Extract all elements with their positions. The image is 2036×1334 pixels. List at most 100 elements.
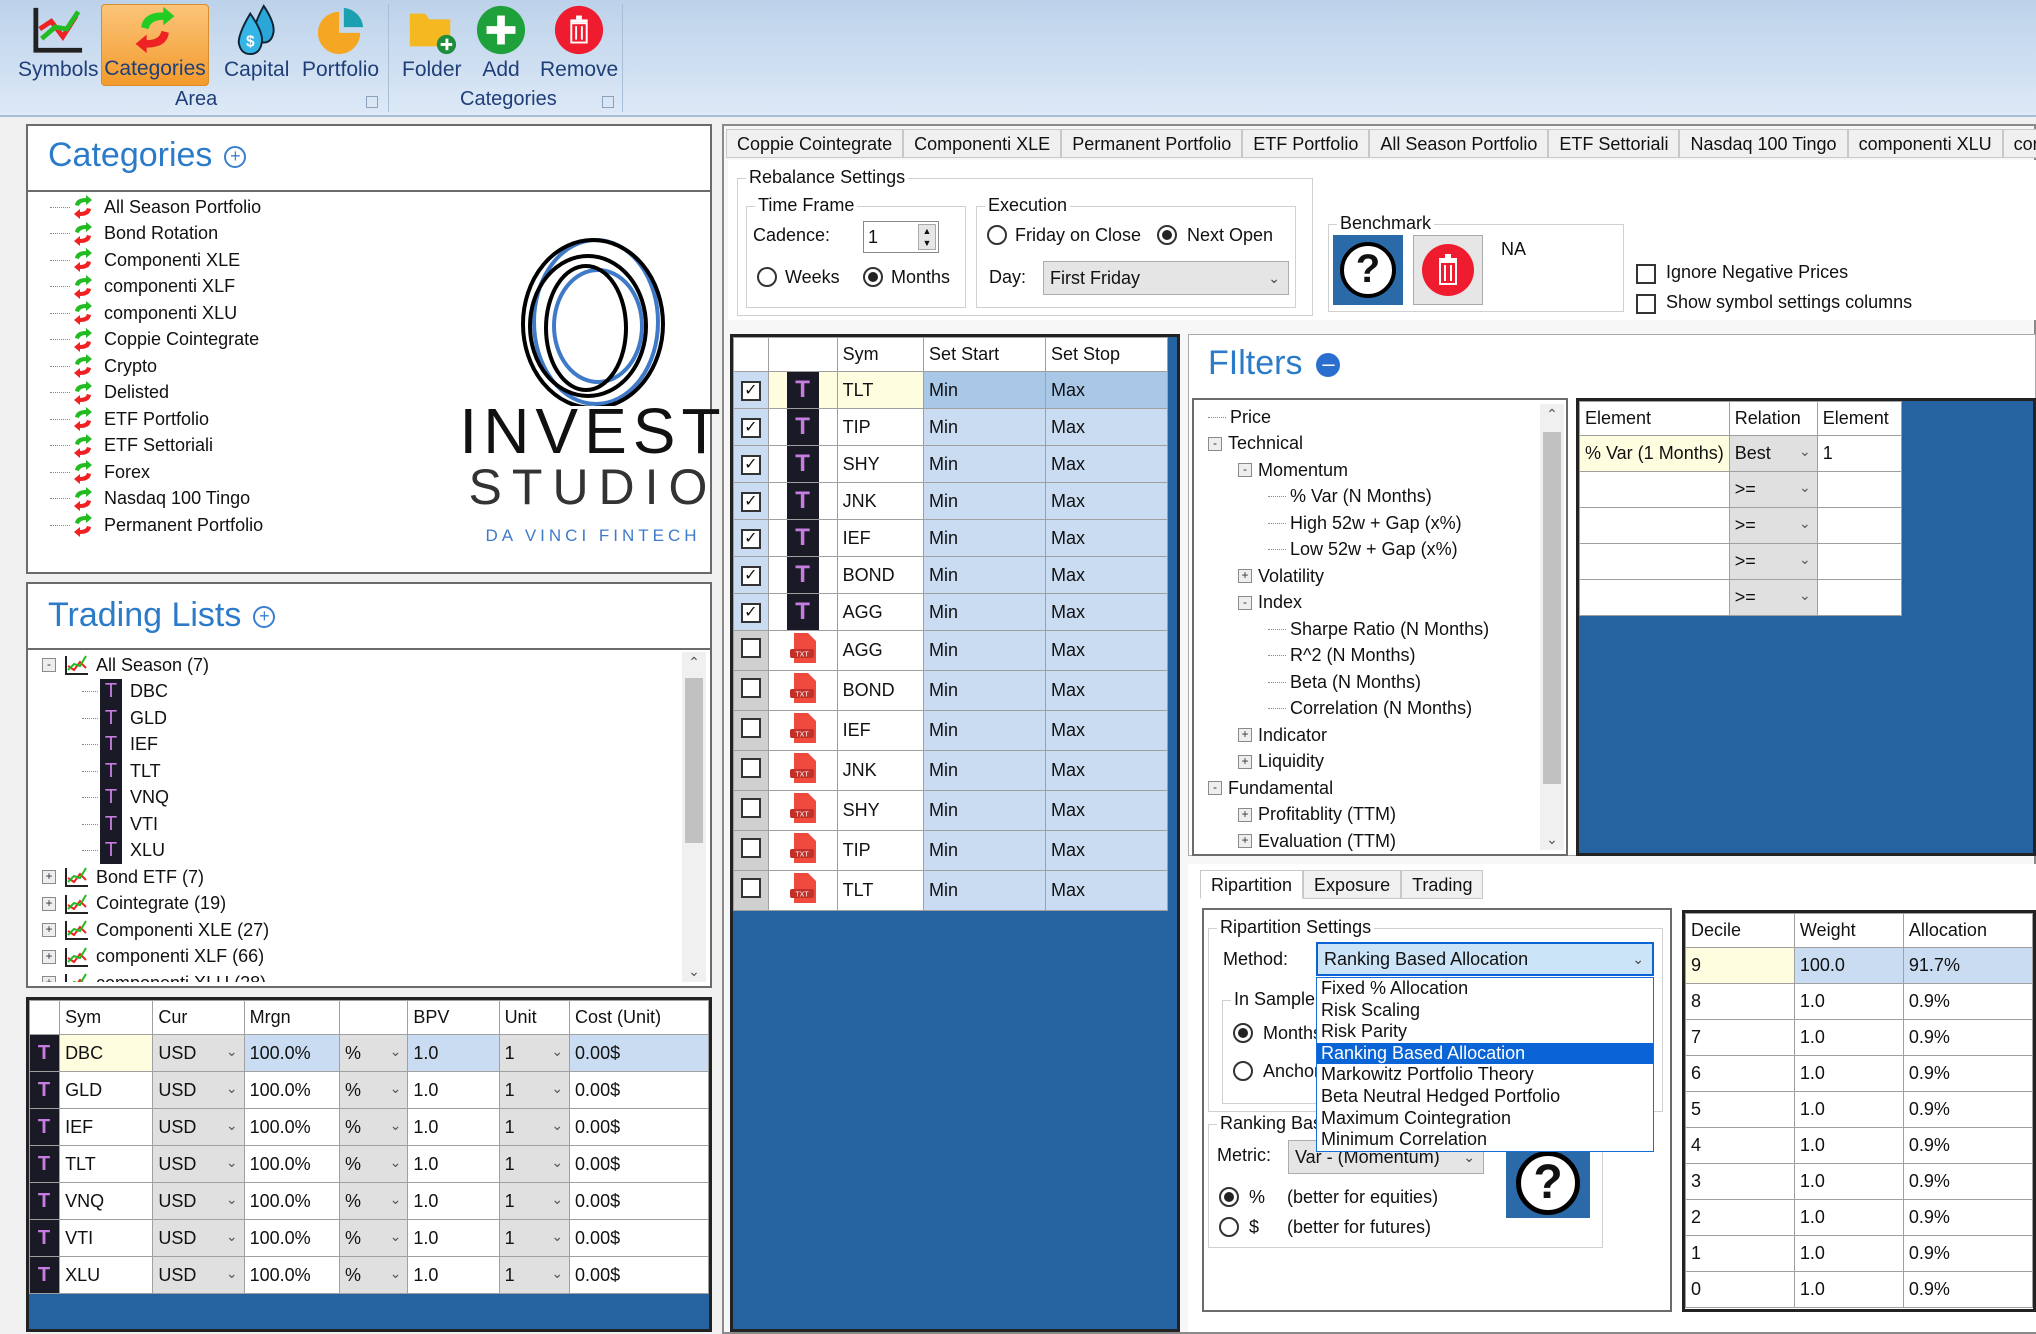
margin-mode-select[interactable]: % ⌄ (338, 1256, 409, 1294)
include-checkbox[interactable]: ✓ (740, 492, 761, 512)
filter-tree-node[interactable]: - Fundamental (1208, 775, 1489, 802)
table-row[interactable]: 5 1.0 0.9% (1685, 1091, 2034, 1128)
benchmark-help-button[interactable]: ? (1333, 235, 1403, 305)
weight-cell[interactable]: 1.0 (1793, 983, 1904, 1020)
category-item[interactable]: Coppie Cointegrate (50, 327, 263, 354)
row-checkbox-cell[interactable] (733, 630, 769, 671)
column-header[interactable] (338, 1000, 409, 1035)
capital-button[interactable]: $ Capital (220, 4, 293, 86)
expand-icon[interactable]: + (1238, 728, 1252, 743)
category-item[interactable]: Crypto (50, 353, 263, 380)
row-checkbox-cell[interactable] (733, 790, 769, 831)
method-option[interactable]: Risk Scaling (1317, 1000, 1653, 1022)
document-tab[interactable]: ETF Settoriali (1548, 129, 1680, 158)
margin-cell[interactable]: 100.0% (243, 1182, 340, 1220)
cost-cell[interactable]: 0.00$ (569, 1108, 709, 1146)
ripartition-tab[interactable]: Trading (1401, 870, 1484, 899)
expand-icon[interactable]: + (42, 949, 56, 964)
expand-icon[interactable]: + (42, 923, 56, 938)
benchmark-remove-button[interactable] (1413, 235, 1483, 305)
method-dropdown-list[interactable]: Fixed % Allocation Risk Scaling Risk Parit… (1316, 977, 1654, 1152)
ripartition-tab[interactable]: Ripartition (1200, 870, 1304, 899)
column-header[interactable]: Sym (59, 1000, 154, 1035)
relation-select[interactable]: >= ⌄ (1728, 471, 1818, 508)
collapse-icon[interactable]: - (42, 658, 56, 673)
table-row[interactable]: 7 1.0 0.9% (1685, 1019, 2034, 1056)
unit-select[interactable]: 1 ⌄ (498, 1182, 571, 1220)
expand-icon[interactable]: + (1238, 754, 1252, 769)
category-item[interactable]: All Season Portfolio (50, 194, 263, 221)
table-row[interactable]: ✓ T TIP Min Max (733, 408, 1168, 446)
document-tab[interactable]: All Season Portfolio (1369, 129, 1549, 158)
scroll-thumb[interactable] (1543, 432, 1561, 784)
table-row[interactable]: TXT JNK Min Max (733, 750, 1168, 791)
filters-scrollbar[interactable]: ⌃ ⌄ (1540, 404, 1564, 850)
filter-tree-node[interactable]: Correlation (N Months) (1208, 696, 1489, 723)
bpv-cell[interactable]: 1.0 (407, 1108, 500, 1146)
add-category-icon[interactable]: + (224, 146, 247, 169)
element-cell[interactable] (1579, 507, 1730, 544)
set-start-cell[interactable]: Min (923, 790, 1046, 831)
weight-cell[interactable]: 1.0 (1793, 1127, 1904, 1164)
remove-category-button[interactable]: Remove (536, 4, 622, 86)
add-trading-list-icon[interactable]: + (253, 606, 276, 629)
set-stop-cell[interactable]: Max (1045, 870, 1168, 911)
column-header[interactable] (733, 337, 769, 372)
set-stop-cell[interactable]: Max (1045, 790, 1168, 831)
filter-tree-node[interactable]: - Technical (1208, 431, 1489, 458)
table-row[interactable]: >= ⌄ (1579, 507, 1902, 544)
weight-cell[interactable]: 1.0 (1793, 1091, 1904, 1128)
set-start-cell[interactable]: Min (923, 556, 1046, 594)
filter-tree-node[interactable]: Beta (N Months) (1208, 669, 1489, 696)
value-cell[interactable] (1816, 579, 1902, 616)
row-checkbox-cell[interactable]: ✓ (733, 593, 769, 631)
include-checkbox[interactable] (740, 758, 761, 778)
set-start-cell[interactable]: Min (923, 593, 1046, 631)
set-stop-cell[interactable]: Max (1045, 482, 1168, 520)
table-row[interactable]: 4 1.0 0.9% (1685, 1127, 2034, 1164)
filter-tree-node[interactable]: + Evaluation (TTM) (1208, 828, 1489, 855)
value-cell[interactable]: 1 (1816, 435, 1902, 472)
trading-list-symbol[interactable]: T DBC (42, 678, 269, 705)
dollar-radio[interactable] (1219, 1217, 1239, 1237)
collapse-icon[interactable]: - (1238, 463, 1252, 478)
set-stop-cell[interactable]: Max (1045, 371, 1168, 409)
set-stop-cell[interactable]: Max (1045, 750, 1168, 791)
document-tab[interactable]: Coppie Cointegrate (726, 129, 904, 158)
value-cell[interactable] (1816, 471, 1902, 508)
weight-cell[interactable]: 1.0 (1793, 1235, 1904, 1272)
trading-list-symbol[interactable]: T IEF (42, 731, 269, 758)
trading-list-item[interactable]: - All Season (7) (42, 652, 269, 679)
filter-tree-node[interactable]: High 52w + Gap (x%) (1208, 510, 1489, 537)
element-cell[interactable] (1579, 579, 1730, 616)
include-checkbox[interactable]: ✓ (740, 529, 761, 549)
trading-list-item[interactable]: + Cointegrate (19) (42, 891, 269, 918)
trading-list-item[interactable]: + Bond ETF (7) (42, 864, 269, 891)
folder-button[interactable]: Folder (398, 4, 466, 86)
area-dialog-launcher-icon[interactable] (366, 96, 378, 108)
set-start-cell[interactable]: Min (923, 445, 1046, 483)
table-row[interactable]: 0 1.0 0.9% (1685, 1271, 2034, 1308)
row-checkbox-cell[interactable] (733, 870, 769, 911)
symbols-button[interactable]: Symbols (14, 4, 103, 86)
method-option[interactable]: Markowitz Portfolio Theory (1317, 1064, 1653, 1086)
filter-tree-node[interactable]: + Profitablity (TTM) (1208, 802, 1489, 829)
trading-list-symbol[interactable]: T VNQ (42, 784, 269, 811)
table-row[interactable]: T TLT USD ⌄ 100.0%% ⌄ 1.0 1 ⌄ 0.00$ (28, 1145, 709, 1183)
table-row[interactable]: >= ⌄ (1579, 543, 1902, 580)
table-row[interactable]: TXT TIP Min Max (733, 830, 1168, 871)
set-start-cell[interactable]: Min (923, 408, 1046, 446)
include-checkbox[interactable] (740, 798, 761, 818)
include-checkbox[interactable] (740, 718, 761, 738)
value-cell[interactable] (1816, 507, 1902, 544)
table-row[interactable]: ✓ T TLT Min Max (733, 371, 1168, 409)
categories-button[interactable]: Categories (101, 4, 209, 86)
cost-cell[interactable]: 0.00$ (569, 1219, 709, 1257)
scroll-up-icon[interactable]: ⌃ (682, 654, 706, 671)
document-tab[interactable]: Permanent Portfolio (1061, 129, 1243, 158)
category-item[interactable]: Componenti XLE (50, 247, 263, 274)
category-item[interactable]: Delisted (50, 380, 263, 407)
currency-select[interactable]: USD ⌄ (152, 1145, 245, 1183)
column-header[interactable]: Weight (1793, 913, 1904, 948)
element-cell[interactable] (1579, 543, 1730, 580)
